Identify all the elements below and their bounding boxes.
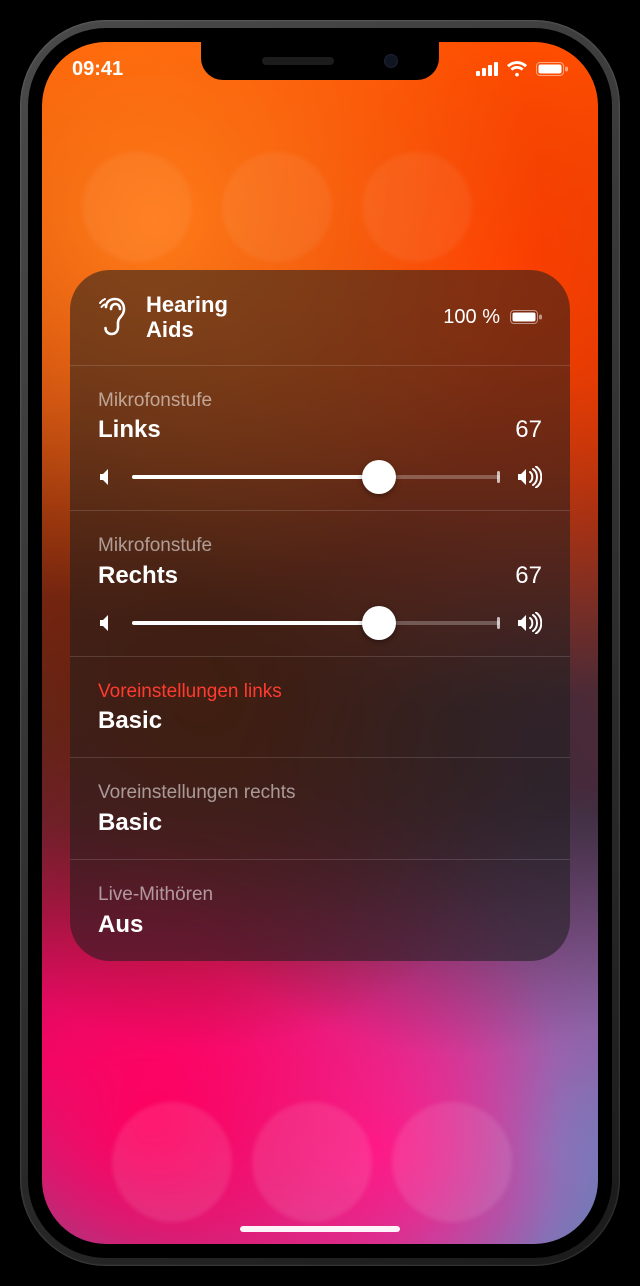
mic-level-left-section: Mikrofonstufe Links 67 [70,365,570,511]
battery-icon [536,62,568,76]
preset-left-row[interactable]: Voreinstellungen links Basic [70,656,570,758]
preset-right-label: Voreinstellungen rechts [98,780,542,807]
mic-level-right-section: Mikrofonstufe Rechts 67 [70,510,570,656]
phone-bezel: 09:41 [28,28,612,1258]
mic-left-value: 67 [515,416,542,444]
device-notch [201,42,439,80]
mic-left-slider[interactable] [98,466,542,488]
mic-right-caption: Mikrofonstufe [98,533,212,560]
hearing-aids-panel: Hearing Aids 100 % [70,270,570,961]
battery-full-icon [510,310,542,324]
mic-left-side: Links [98,416,212,444]
phone-screen: 09:41 [42,42,598,1244]
mic-right-slider[interactable] [98,612,542,634]
live-listen-label: Live-Mithören [98,882,542,909]
panel-header: Hearing Aids 100 % [70,270,570,365]
volume-high-icon [516,466,542,488]
status-time: 09:41 [72,58,123,81]
preset-right-row[interactable]: Voreinstellungen rechts Basic [70,757,570,859]
preset-left-value: Basic [98,707,542,735]
live-listen-row[interactable]: Live-Mithören Aus [70,859,570,961]
mic-right-side: Rechts [98,562,212,590]
phone-device-frame: 09:41 [20,20,620,1266]
cellular-icon [476,62,498,76]
volume-low-icon [98,467,116,487]
home-indicator[interactable] [240,1226,400,1232]
panel-title: Hearing Aids [146,292,228,343]
live-listen-value: Aus [98,911,542,939]
volume-high-icon [516,612,542,634]
preset-left-label: Voreinstellungen links [98,679,542,706]
preset-right-value: Basic [98,809,542,837]
wifi-icon [506,61,528,77]
volume-low-icon [98,613,116,633]
mic-left-caption: Mikrofonstufe [98,388,212,415]
ear-icon [98,297,132,337]
hearing-aid-battery-text: 100 % [443,306,500,329]
mic-right-value: 67 [515,562,542,590]
